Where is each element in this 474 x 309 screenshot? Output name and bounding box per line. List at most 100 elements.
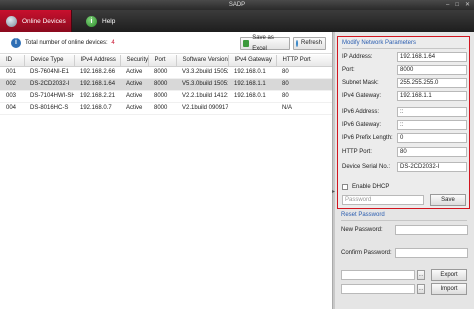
refresh-button[interactable]: Refresh [293, 37, 326, 50]
reset-password-title: Reset Password [341, 212, 385, 218]
enable-dhcp-label: Enable DHCP [352, 184, 390, 190]
column-header-ipv4-gateway[interactable]: IPv4 Gateway [228, 55, 277, 67]
port-field[interactable]: 8000 [397, 65, 467, 75]
minimize-button[interactable]: – [446, 1, 449, 9]
ipv4-gateway-row: IPv4 Gateway: 192.168.1.1 [342, 91, 468, 102]
cell-http-port: 80 [276, 66, 332, 79]
excel-icon [243, 40, 250, 47]
save-button[interactable]: Save [430, 194, 466, 206]
cell-port: 8000 [148, 102, 176, 115]
enable-dhcp-checkbox[interactable] [342, 184, 348, 190]
cell-device-type: DS-7104HWI-SH [24, 90, 74, 103]
new-password-input[interactable] [395, 225, 468, 235]
total-devices-label: Total number of online devices: [25, 40, 108, 46]
column-header-device-type[interactable]: Device Type [24, 55, 75, 67]
save-as-excel-label: Save as Excel [252, 34, 274, 52]
export-row: ... Export [341, 269, 469, 281]
cell-security: Active [120, 66, 148, 79]
ip-address-label: IP Address: [342, 54, 373, 60]
cell-id: 001 [0, 66, 24, 79]
network-device-icon [6, 15, 17, 27]
import-row: ... Import [341, 283, 469, 295]
cell-http-port: 80 [276, 90, 332, 103]
column-header-security[interactable]: Security [120, 55, 149, 67]
port-row: Port: 8000 [342, 65, 468, 76]
section-divider [341, 220, 467, 221]
confirm-password-input[interactable] [395, 248, 468, 258]
cell-device-type: DS-8016HC-S [24, 102, 74, 115]
parameters-panel: Modify Network Parameters IP Address: 19… [335, 32, 474, 309]
column-header-port[interactable]: Port [148, 55, 177, 67]
refresh-icon [296, 40, 298, 47]
cell-security: Active [120, 102, 148, 115]
table-row[interactable]: 003 DS-7104HWI-SH 192.168.2.21 Active 80… [0, 90, 332, 103]
section-divider [342, 48, 466, 49]
table-row-selected[interactable]: 002 DS-2CD2032-I 192.168.1.64 Active 800… [0, 78, 332, 91]
ip-address-row: IP Address: 192.168.1.64 [342, 52, 468, 63]
table-row[interactable]: 004 DS-8016HC-S 192.168.0.7 Active 8000 … [0, 102, 332, 115]
cell-ipv4-gateway: 192.168.0.1 [228, 66, 276, 79]
import-path-input[interactable] [341, 284, 415, 294]
device-serial-field: DS-2CD2032-I [397, 162, 467, 172]
column-header-ipv4-address[interactable]: IPv4 Address [74, 55, 121, 67]
ip-address-field[interactable]: 192.168.1.64 [397, 52, 467, 62]
confirm-password-label: Confirm Password: [341, 250, 392, 256]
close-button[interactable]: ✕ [465, 1, 470, 9]
maximize-button[interactable]: □ [455, 1, 459, 9]
ipv6-prefix-length-label: IPv6 Prefix Length: [342, 135, 393, 141]
save-as-excel-button[interactable]: Save as Excel [240, 35, 290, 52]
ipv4-gateway-field[interactable]: 192.168.1.1 [397, 91, 467, 101]
cell-ipv4-address: 192.168.0.7 [74, 102, 120, 115]
cell-software-version: V2.1build 090917 [176, 102, 228, 115]
device-serial-label: Device Serial No.: [342, 164, 391, 170]
tab-help[interactable]: i Help [80, 10, 140, 32]
column-header-http-port[interactable]: HTTP Port [276, 55, 333, 67]
window-controls: – □ ✕ [446, 1, 470, 9]
export-path-input[interactable] [341, 270, 415, 280]
cell-http-port: N/A [276, 102, 332, 115]
port-label: Port: [342, 67, 355, 73]
cell-http-port: 80 [276, 78, 332, 91]
ipv6-address-field[interactable]: :: [397, 107, 467, 117]
cell-ipv4-address: 192.168.2.21 [74, 90, 120, 103]
tab-help-label: Help [102, 17, 116, 25]
device-table: ID Device Type IPv4 Address Security Por… [0, 55, 333, 115]
enable-dhcp-row[interactable]: Enable DHCP [342, 184, 389, 190]
export-browse-button[interactable]: ... [417, 270, 425, 280]
http-port-label: HTTP Port: [342, 149, 372, 155]
title-bar: SADP – □ ✕ [0, 0, 474, 10]
confirm-password-row: Confirm Password: [341, 248, 469, 259]
device-list-panel: i Total number of online devices: 4 Save… [0, 32, 333, 309]
subnet-mask-field[interactable]: 255.255.255.0 [397, 78, 467, 88]
tab-online-devices-label: Online Devices [22, 17, 66, 25]
column-header-software-version[interactable]: Software Version [176, 55, 229, 67]
cell-device-type: DS-2CD2032-I [24, 78, 74, 91]
cell-software-version: V3.3.2build 150522 [176, 66, 228, 79]
table-header-row: ID Device Type IPv4 Address Security Por… [0, 55, 333, 67]
window-title: SADP [228, 2, 246, 8]
ipv6-gateway-row: IPv6 Gateway: :: [342, 120, 468, 131]
total-devices-text: Total number of online devices: 4 [25, 40, 115, 46]
cell-port: 8000 [148, 66, 176, 79]
ipv6-prefix-length-field[interactable]: 0 [397, 133, 467, 143]
tab-online-devices[interactable]: Online Devices [0, 10, 72, 32]
import-browse-button[interactable]: ... [417, 284, 425, 294]
cell-software-version: V2.2.1build 141210 [176, 90, 228, 103]
device-toolbar: i Total number of online devices: 4 Save… [0, 32, 332, 54]
cell-id: 003 [0, 90, 24, 103]
ipv4-gateway-label: IPv4 Gateway: [342, 93, 382, 99]
info-icon: i [11, 38, 21, 48]
table-row[interactable]: 001 DS-7604NI-E1 192.168.2.66 Active 800… [0, 66, 332, 79]
ipv6-gateway-field[interactable]: :: [397, 120, 467, 130]
import-button[interactable]: Import [431, 283, 467, 295]
cell-id: 004 [0, 102, 24, 115]
cell-device-type: DS-7604NI-E1 [24, 66, 74, 79]
http-port-field[interactable]: 80 [397, 147, 467, 157]
admin-password-input[interactable]: Password [342, 195, 424, 205]
ipv6-address-row: IPv6 Address: :: [342, 107, 468, 118]
main-tab-bar: Online Devices i Help [0, 10, 474, 32]
export-button[interactable]: Export [431, 269, 467, 281]
column-header-id[interactable]: ID [0, 55, 25, 67]
help-icon: i [86, 15, 97, 27]
http-port-row: HTTP Port: 80 [342, 147, 468, 158]
